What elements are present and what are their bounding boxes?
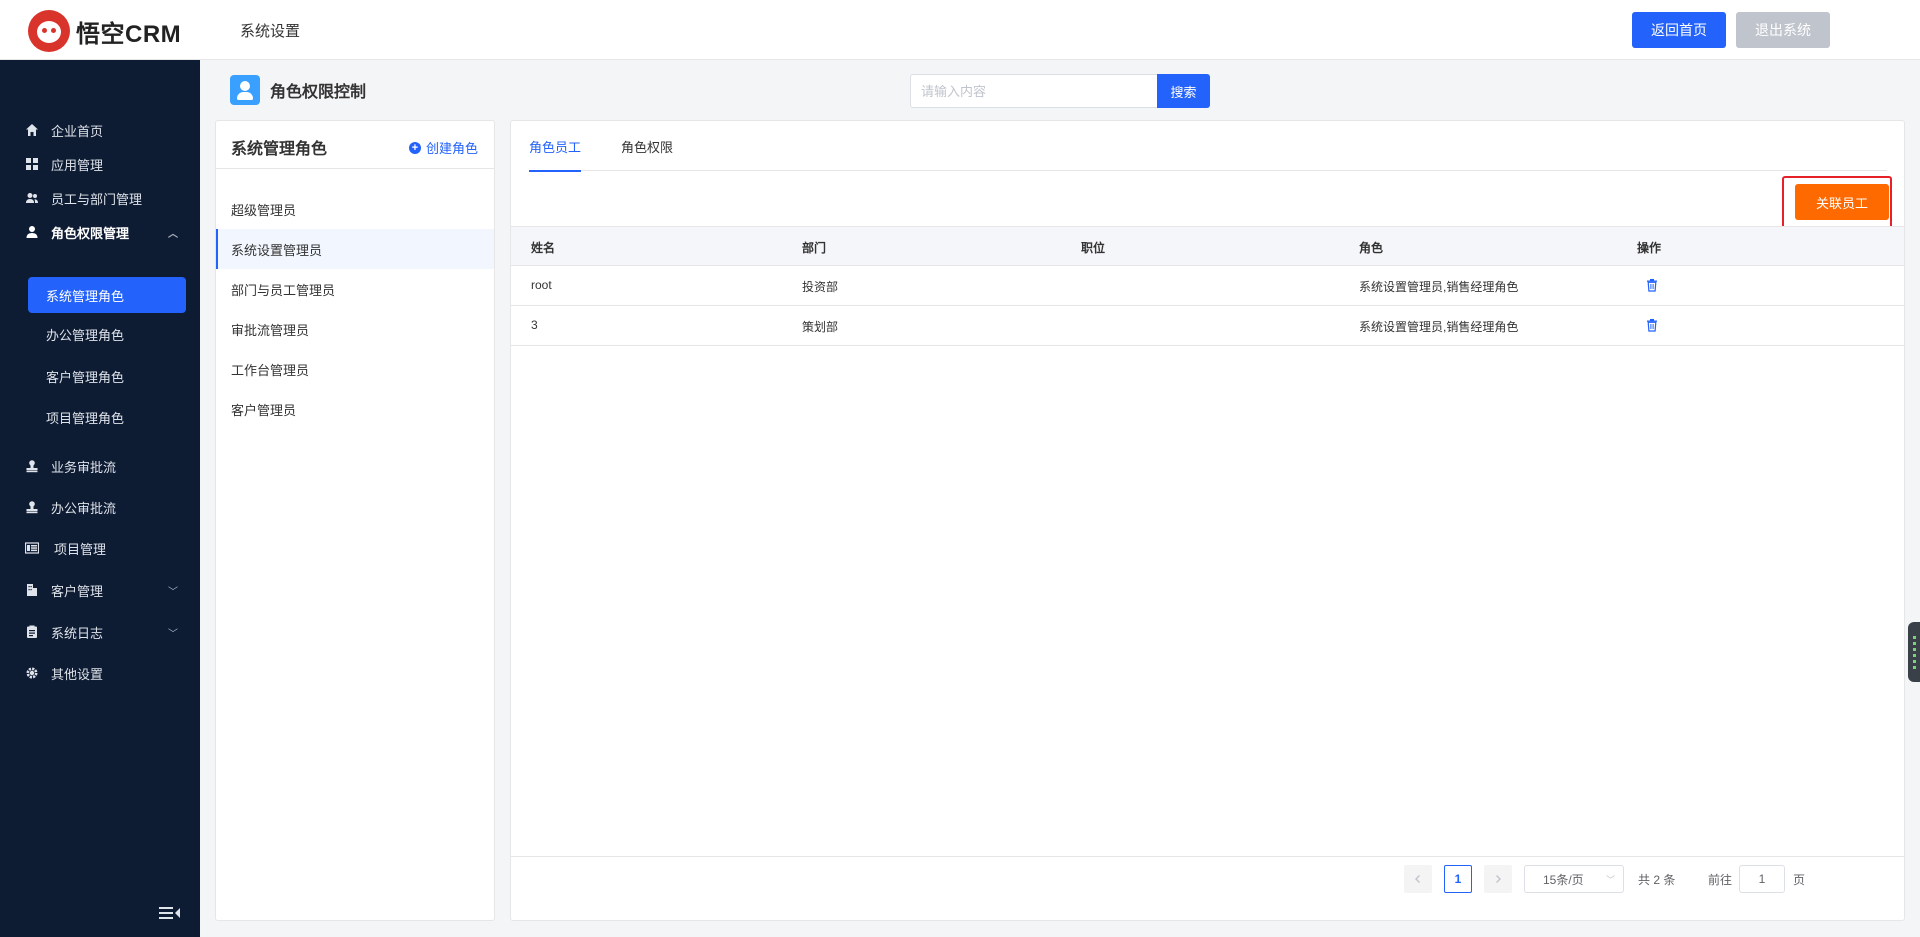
column-header-action: 操作: [1637, 241, 1662, 255]
role-item-dept-staff-admin[interactable]: 部门与员工管理员: [216, 269, 494, 309]
chevron-down-icon: ﹀: [168, 628, 178, 640]
sidebar-subitem-system-roles[interactable]: 系统管理角色: [28, 277, 186, 313]
page-size-value: 15条/页: [1543, 872, 1584, 887]
plus-circle-icon: +: [408, 141, 421, 154]
sidebar-item-label: 应用管理: [51, 157, 104, 173]
sidebar-subitem-project-roles[interactable]: 项目管理角色: [28, 399, 186, 435]
pagination: 1 15条/页 ﹀ 共 2 条 前往 页: [511, 856, 1904, 920]
chevron-right-icon: [1496, 875, 1501, 883]
cell-role: 系统设置管理员,销售经理角色: [1359, 320, 1519, 334]
logo[interactable]: 悟空CRM: [28, 10, 181, 52]
table-row: 3 策划部 系统设置管理员,销售经理角色: [511, 306, 1904, 346]
chevron-down-icon: ﹀: [1605, 875, 1615, 885]
role-item-system-settings-admin[interactable]: 系统设置管理员: [216, 229, 494, 269]
home-button[interactable]: 返回首页: [1632, 12, 1726, 48]
chevron-up-icon: ︿: [168, 228, 178, 240]
sidebar-subitem-customer-roles[interactable]: 客户管理角色: [28, 358, 186, 394]
cell-name: 3: [531, 318, 538, 332]
sidebar-item-office-approval[interactable]: 办公审批流: [0, 487, 200, 527]
column-header-dept: 部门: [802, 241, 827, 255]
sidebar-item-label: 其他设置: [51, 666, 104, 682]
user-icon: [25, 225, 39, 239]
create-role-button[interactable]: + 创建角色: [408, 138, 478, 157]
table-row: root 投资部 系统设置管理员,销售经理角色: [511, 266, 1904, 306]
sidebar-subitem-office-roles[interactable]: 办公管理角色: [28, 316, 186, 352]
page-number-current[interactable]: 1: [1444, 865, 1472, 893]
sidebar-item-roles[interactable]: 角色权限管理 ︿: [0, 212, 200, 252]
column-header-name: 姓名: [531, 241, 556, 255]
sidebar-item-projects[interactable]: 项目管理: [0, 528, 200, 568]
role-item-workbench-admin[interactable]: 工作台管理员: [216, 349, 494, 389]
logout-button[interactable]: 退出系统: [1736, 12, 1830, 48]
search-input[interactable]: [910, 74, 1158, 108]
page-header: 角色权限控制: [230, 75, 366, 105]
total-count: 共 2 条: [1638, 873, 1676, 887]
users-icon: [25, 191, 39, 205]
roles-panel-title: 系统管理角色: [231, 141, 328, 158]
home-icon: [25, 123, 39, 137]
sidebar-item-label: 企业首页: [51, 123, 104, 139]
side-edge-widget[interactable]: [1908, 622, 1920, 682]
column-header-position: 职位: [1081, 241, 1106, 255]
role-item-super-admin[interactable]: 超级管理员: [216, 189, 494, 229]
sidebar-item-label: 客户管理: [51, 583, 104, 599]
page-title: 角色权限控制: [270, 84, 367, 101]
sidebar-item-label: 角色权限管理: [51, 225, 130, 241]
log-icon: [25, 625, 39, 639]
grid-icon: [25, 157, 39, 171]
gear-icon: [25, 666, 39, 680]
logo-text: 悟空CRM: [76, 20, 182, 48]
goto-label: 前往: [1708, 873, 1733, 887]
role-item-approval-admin[interactable]: 审批流管理员: [216, 309, 494, 349]
role-detail-panel: 角色员工 角色权限 关联员工 姓名 部门 职位 角色 操作 root 投资部 系…: [510, 120, 1905, 921]
monkey-logo-icon: [28, 10, 70, 52]
section-title: 系统设置: [240, 23, 301, 40]
trash-icon[interactable]: [1645, 278, 1659, 292]
roles-panel-header: 系统管理角色 + 创建角色: [216, 121, 494, 169]
search-button[interactable]: 搜索: [1157, 74, 1210, 108]
page-size-select[interactable]: 15条/页 ﹀: [1524, 865, 1624, 893]
tab-bar: 角色员工 角色权限: [529, 121, 1887, 172]
sidebar-item-customers[interactable]: 客户管理 ﹀: [0, 570, 200, 610]
create-role-label: 创建角色: [425, 141, 478, 156]
chevron-down-icon: ﹀: [168, 586, 178, 598]
building-icon: [25, 583, 39, 597]
user-badge-icon: [230, 75, 260, 105]
trash-icon[interactable]: [1645, 318, 1659, 332]
sidebar-item-label: 系统日志: [51, 625, 104, 641]
chevron-left-icon: [1415, 875, 1420, 883]
top-bar: 悟空CRM 系统设置 返回首页 退出系统: [0, 0, 1920, 60]
tab-role-staff[interactable]: 角色员工: [529, 121, 582, 172]
tab-role-permissions[interactable]: 角色权限: [621, 121, 673, 171]
cell-name: root: [531, 278, 552, 292]
sidebar-item-label: 办公审批流: [51, 500, 117, 516]
prev-page-button[interactable]: [1404, 865, 1432, 893]
role-item-customer-admin[interactable]: 客户管理员: [216, 389, 494, 429]
next-page-button[interactable]: [1484, 865, 1512, 893]
cell-dept: 策划部: [802, 320, 839, 334]
table-header: 姓名 部门 职位 角色 操作: [511, 226, 1904, 266]
collapse-menu-icon[interactable]: [158, 905, 182, 921]
cell-dept: 投资部: [802, 280, 839, 294]
stamp-icon: [25, 459, 39, 473]
sidebar-item-label: 项目管理: [54, 541, 107, 557]
sidebar: 企业首页 应用管理 员工与部门管理 角色权限管理 ︿ 系统管理角色 办公管理角色…: [0, 60, 200, 937]
stamp-icon: [25, 500, 39, 514]
sidebar-item-logs[interactable]: 系统日志 ﹀: [0, 612, 200, 652]
link-staff-button[interactable]: 关联员工: [1795, 184, 1889, 220]
roles-panel: 系统管理角色 + 创建角色 超级管理员 系统设置管理员 部门与员工管理员 审批流…: [215, 120, 495, 921]
sidebar-item-other-settings[interactable]: 其他设置: [0, 653, 200, 693]
page-unit-label: 页: [1793, 873, 1806, 887]
sidebar-item-business-approval[interactable]: 业务审批流: [0, 446, 200, 486]
sidebar-item-label: 业务审批流: [51, 459, 117, 475]
cell-role: 系统设置管理员,销售经理角色: [1359, 280, 1519, 294]
sidebar-item-label: 员工与部门管理: [51, 191, 143, 207]
goto-page-input[interactable]: [1739, 865, 1785, 893]
column-header-role: 角色: [1359, 241, 1384, 255]
list-icon: [25, 541, 39, 555]
